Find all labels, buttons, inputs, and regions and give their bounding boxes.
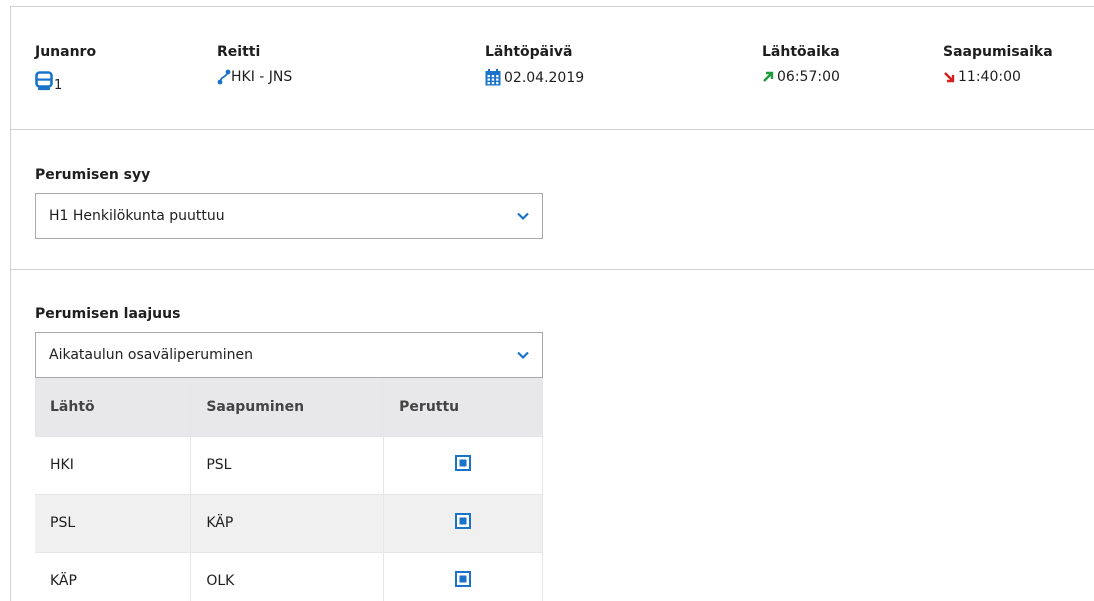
arrival-time-label: Saapumisaika: [943, 44, 1053, 60]
departure-time-value: 06:57:00: [777, 69, 840, 85]
departure-date-value: 02.04.2019: [504, 69, 585, 86]
reason-divider: [11, 269, 1094, 270]
departure-date-column: Lähtöpäivä 02.04.2019: [485, 44, 584, 86]
cancel-scope-select[interactable]: Aikataulun osaväliperuminen: [35, 332, 543, 378]
row-departure: KÄP: [35, 551, 192, 601]
table-header-row: Lähtö Saapuminen Peruttu: [35, 378, 543, 436]
cancel-scope-label: Perumisen laajuus: [35, 306, 181, 322]
cancel-reason-label: Perumisen syy: [35, 167, 151, 183]
row-arrival: PSL: [190, 435, 385, 494]
row-departure: HKI: [35, 435, 192, 494]
route-column: Reitti HKI - JNS: [217, 44, 292, 85]
column-header-arrival: Saapuminen: [190, 378, 385, 436]
table-row: KÄP OLK: [35, 551, 543, 601]
departure-time-column: Lähtöaika 06:57:00: [762, 44, 840, 85]
chevron-down-icon: [516, 209, 530, 227]
cancel-scope-selected: Aikataulun osaväliperuminen: [49, 347, 254, 363]
row-arrival: OLK: [190, 551, 385, 601]
calendar-icon: [485, 69, 501, 86]
route-value: HKI - JNS: [231, 69, 293, 85]
chevron-down-icon: [516, 348, 530, 366]
table-row: PSL KÄP: [35, 493, 543, 552]
header-divider: [11, 129, 1094, 130]
row-cancelled-cell: [383, 551, 543, 601]
row-cancelled-cell: [383, 493, 543, 552]
column-header-cancelled: Peruttu: [383, 378, 543, 436]
route-icon: [217, 69, 231, 85]
cancelled-checkbox[interactable]: [455, 571, 472, 591]
arrival-time-value: 11:40:00: [958, 69, 1021, 85]
cancelled-checkbox[interactable]: [455, 455, 472, 475]
row-departure: PSL: [35, 493, 192, 552]
row-arrival: KÄP: [190, 493, 385, 552]
table-row: HKI PSL: [35, 435, 543, 494]
train-number-label: Junanro: [35, 44, 97, 60]
cancel-reason-selected: H1 Henkilökunta puuttuu: [49, 208, 225, 224]
train-number-value: 1: [54, 78, 63, 93]
arrow-up-right-icon: [762, 71, 774, 83]
arrow-down-right-icon: [943, 71, 955, 83]
cancel-reason-select[interactable]: H1 Henkilökunta puuttuu: [35, 193, 543, 239]
arrival-time-column: Saapumisaika 11:40:00: [943, 44, 1053, 85]
cancellation-panel: Junanro 1 Reitti HKI - JNS Lähtöpäivä 02…: [10, 6, 1094, 601]
train-number-column: Junanro 1: [35, 44, 96, 93]
column-header-departure: Lähtö: [35, 378, 192, 436]
departure-time-label: Lähtöaika: [762, 44, 840, 60]
departure-date-label: Lähtöpäivä: [485, 44, 573, 60]
route-label: Reitti: [217, 44, 261, 60]
row-cancelled-cell: [383, 435, 543, 494]
segments-table: Lähtö Saapuminen Peruttu HKI PSL PSL KÄP: [35, 378, 543, 601]
train-icon: [35, 71, 53, 91]
cancelled-checkbox[interactable]: [455, 513, 472, 533]
